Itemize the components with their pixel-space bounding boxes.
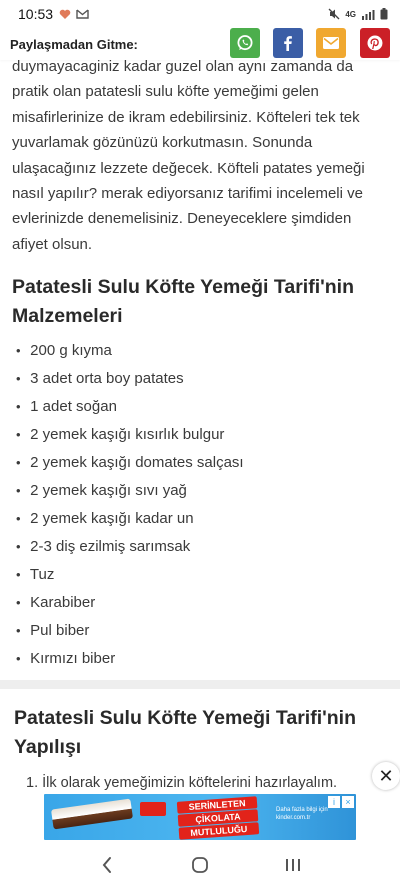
ingredient-text: 1 adet soğan [30,398,117,416]
ad-info-icon[interactable]: i [328,796,340,808]
recent-apps-icon [286,859,301,871]
ad-banner[interactable]: SERİNLETEN ÇİKOLATA MUTLULUĞU Daha fazla… [44,794,356,840]
ingredient-item: • 1 adet soğan [12,393,388,421]
ingredient-text: 3 adet orta boy patates [30,370,184,388]
intro-line: evlerinizde denemelisiniz. Deneyeceklere… [12,210,352,228]
ingredient-text: 2 yemek kaşığı kısırlık bulgur [30,426,225,444]
chocolate-bar-image [50,798,134,830]
recent-apps-button[interactable] [273,845,313,885]
intro-line: nasıl yapılır? merak ediyorsanız tarifim… [12,185,363,203]
status-bar: 10:53 4G [0,0,400,28]
home-button[interactable] [180,845,220,885]
mail-share-button[interactable] [316,28,346,58]
home-icon [192,857,208,873]
battery-icon [380,8,388,20]
status-system-icons: 4G [328,8,388,20]
ingredient-text: Kırmızı biber [30,650,116,668]
gmail-icon [76,9,89,19]
bullet: • [16,371,21,387]
bullet: • [16,427,21,443]
ingredient-item: • 3 adet orta boy patates [12,365,388,393]
status-notification-icons [59,9,89,20]
ingredients-list: • 200 g kıyma • 3 adet orta boy patates … [12,337,388,673]
bullet: • [16,343,21,359]
method-heading: Patatesli Sulu Köfte Yemeği Tarifi'nin Y… [14,707,356,758]
ingredient-text: 2-3 diş ezilmiş sarımsak [30,538,191,556]
heart-icon [59,9,71,19]
bullet: • [16,567,21,583]
ingredient-text: 200 g kıyma [30,342,112,360]
ingredient-item: • Tuz [12,561,388,589]
bullet: • [16,483,21,499]
intro-line: misafirlerinize de ikram edebilirsiniz. … [12,108,360,126]
back-icon [102,857,111,873]
ingredient-item: • 2 yemek kaşığı domates salçası [12,449,388,477]
ad-small-text: Daha fazla bilgi için kinder.com.tr [276,807,328,821]
ingredient-item: • Pul biber [12,617,388,645]
bullet: • [16,399,21,415]
share-label: Paylaşmadan Gitme: [10,36,138,52]
status-time: 10:53 [18,6,54,22]
close-icon: ✕ [378,765,394,786]
ingredients-heading: Patatesli Sulu Köfte Yemeği Tarifi'nin M… [12,276,354,328]
pinterest-icon [367,35,383,51]
bullet: • [16,511,21,527]
ingredient-item: • 2 yemek kaşığı kısırlık bulgur [12,421,388,449]
ingredient-text: 2 yemek kaşığı domates salçası [30,454,244,472]
bullet: • [16,623,21,639]
back-button[interactable] [87,845,127,885]
section-divider [0,680,400,689]
bullet: • [16,595,21,611]
ingredient-item: • Kırmızı biber [12,645,388,673]
ingredient-item: • 200 g kıyma [12,337,388,365]
ingredient-text: Pul biber [30,622,90,640]
intro-line: ulaşacağınız lezzete değecek. Köfteli pa… [12,159,365,177]
article-content: duymayacaginiz kadar guzel olan aynı zam… [0,54,400,673]
mail-icon [323,37,339,49]
navigation-bar [0,842,400,888]
ad-choices[interactable]: i × [328,796,354,808]
mute-icon [328,8,340,20]
article-intro: duymayacaginiz kadar guzel olan aynı zam… [12,54,388,257]
ingredient-text: Karabiber [30,594,96,612]
intro-line: afiyet olsun. [12,235,93,253]
whatsapp-share-button[interactable] [230,28,260,58]
facebook-share-button[interactable] [273,28,303,58]
brand-logo [140,802,166,816]
close-ad-button[interactable]: ✕ [372,762,400,790]
whatsapp-icon [237,35,253,51]
ingredient-text: 2 yemek kaşığı kadar un [30,510,194,528]
ingredient-text: 2 yemek kaşığı sıvı yağ [30,482,187,500]
intro-line: pratik olan patatesli sulu köfte yemeğim… [12,83,319,101]
signal-icon [362,9,375,20]
share-bar: Paylaşmadan Gitme: [0,28,400,60]
method-section: Patatesli Sulu Köfte Yemeği Tarifi'nin Y… [0,704,400,794]
pinterest-share-button[interactable] [360,28,390,58]
ingredient-item: • 2 yemek kaşığı sıvı yağ [12,477,388,505]
ad-headline: SERİNLETEN ÇİKOLATA MUTLULUĞU [176,795,260,840]
ingredient-item: • 2 yemek kaşığı kadar un [12,505,388,533]
ingredient-item: • 2-3 diş ezilmiş sarımsak [12,533,388,561]
bullet: • [16,455,21,471]
bullet: • [16,539,21,555]
ad-close-icon[interactable]: × [342,796,354,808]
bullet: • [16,651,21,667]
ingredient-item: • Karabiber [12,589,388,617]
ingredient-text: Tuz [29,566,55,584]
facebook-icon [284,36,292,51]
network-type: 4G [345,9,356,19]
ad-area: SERİNLETEN ÇİKOLATA MUTLULUĞU Daha fazla… [0,790,400,842]
intro-line: yuvarlamak gözünüzü korkutmasın. Sonunda [12,134,313,152]
